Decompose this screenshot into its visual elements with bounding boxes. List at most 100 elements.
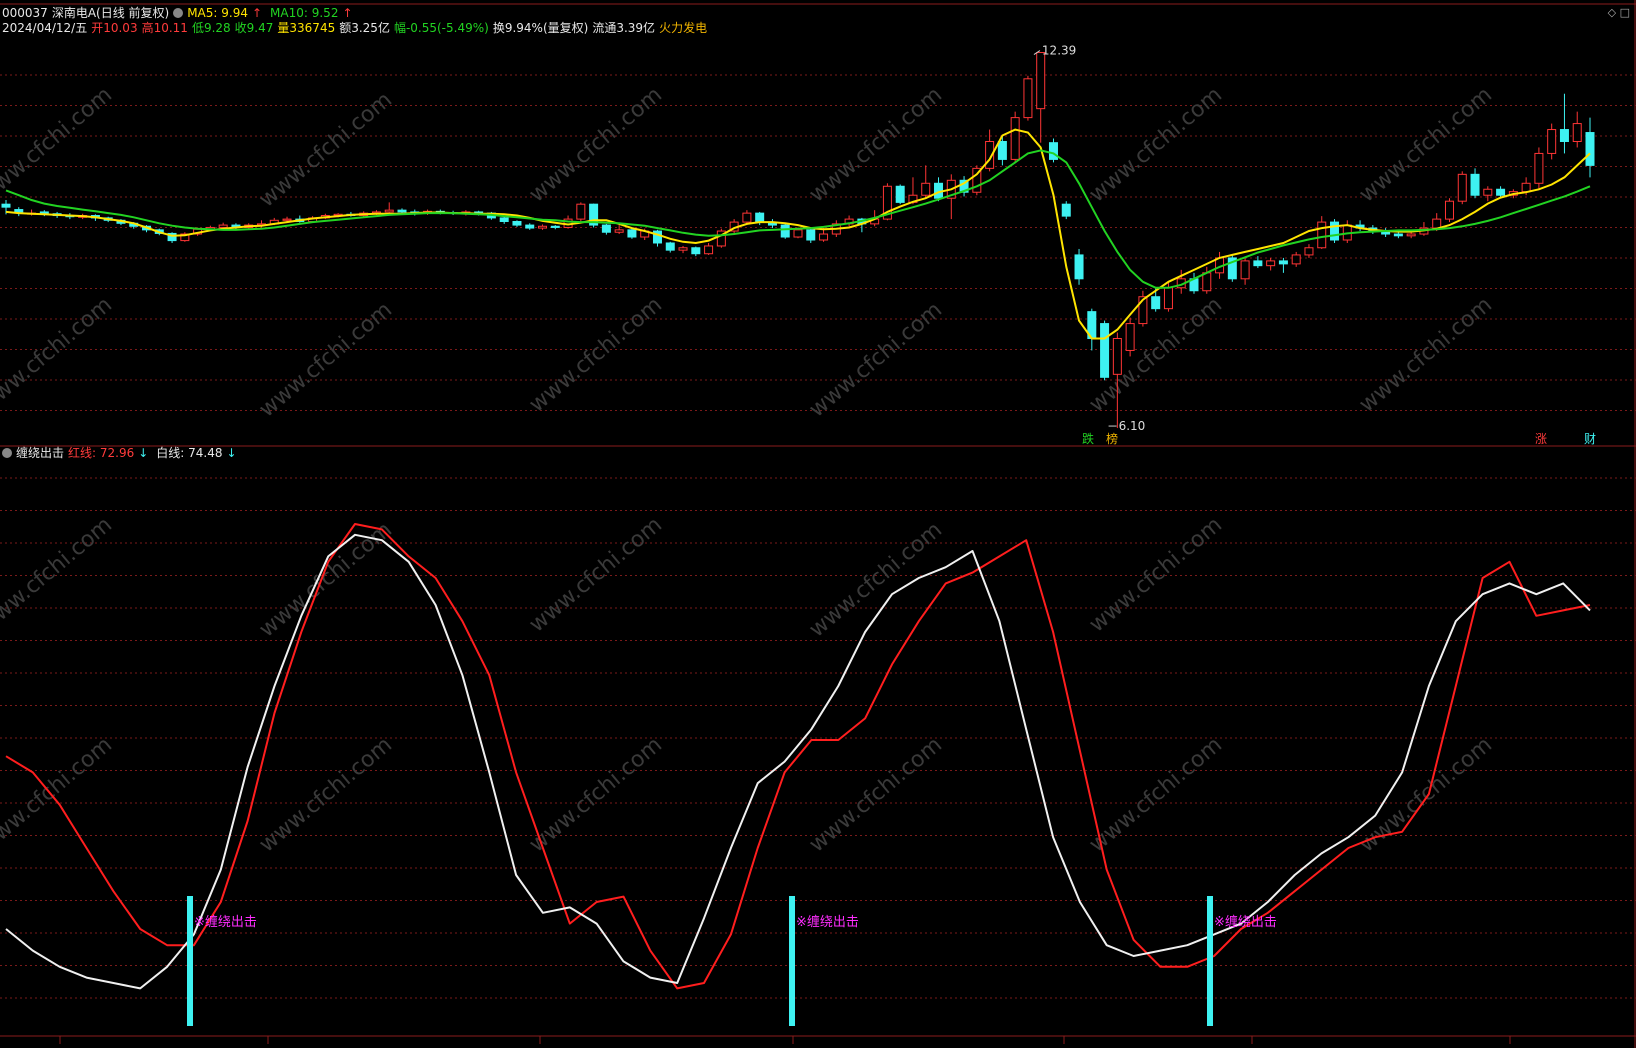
- tag-bang: 榜: [1106, 431, 1118, 446]
- candle-up: [678, 247, 688, 251]
- candle-up: [1163, 287, 1173, 310]
- candle-up: [819, 233, 829, 241]
- turnover-value: 换9.94%(量复权): [492, 21, 589, 35]
- candle-down: [550, 225, 560, 228]
- candle-down: [1330, 221, 1340, 241]
- tag-die: 跌: [1082, 431, 1094, 446]
- candle-down: [512, 220, 522, 226]
- candle-down: [1253, 260, 1263, 267]
- arrow-down-icon: ↓: [226, 446, 237, 460]
- candle-up: [1572, 123, 1582, 142]
- watermark-text: www.cfchi.com: [805, 517, 947, 642]
- arrow-up-icon: ↑: [342, 6, 353, 20]
- candle-up: [1534, 152, 1544, 184]
- stock-name[interactable]: 深南电A(日线 前复权): [52, 6, 169, 20]
- low-value: 低9.28: [191, 21, 231, 35]
- candle-up: [1304, 247, 1314, 256]
- watermark-text: www.cfchi.com: [0, 82, 117, 207]
- watermark-text: www.cfchi.com: [525, 82, 667, 207]
- watermark-text: www.cfchi.com: [805, 732, 947, 857]
- tag-zhang: 涨: [1535, 431, 1547, 446]
- high-value-label: 12.39: [1042, 44, 1076, 58]
- candle-up: [793, 229, 803, 238]
- candle-up: [282, 218, 292, 221]
- candle-down: [1048, 142, 1058, 160]
- watermark-layer: www.cfchi.com www.cfchi.com www.cfchi.com w…: [0, 82, 1497, 857]
- date-label: 2024/04/12/五: [2, 21, 88, 35]
- volume-value: 量336745: [277, 21, 336, 35]
- candle-down: [1470, 173, 1480, 196]
- watermark-text: www.cfchi.com: [255, 87, 397, 212]
- stock-code[interactable]: 000037: [2, 6, 48, 20]
- candle-down: [1100, 323, 1110, 378]
- watermark-text: www.cfchi.com: [0, 732, 117, 857]
- candle-up: [218, 224, 228, 228]
- signal-bar: [1207, 896, 1213, 1026]
- candle-up: [538, 225, 548, 229]
- amount-value: 额3.25亿: [339, 21, 390, 35]
- watermark-text: www.cfchi.com: [0, 512, 117, 637]
- candle-down: [601, 224, 611, 233]
- watermark-text: www.cfchi.com: [255, 517, 397, 642]
- candle-down: [1496, 188, 1506, 196]
- watermark-text: www.cfchi.com: [1085, 732, 1227, 857]
- candle-down: [1061, 203, 1071, 217]
- candle-down: [1, 203, 11, 208]
- candle-down: [691, 247, 701, 255]
- concept-tag[interactable]: 火力发电: [659, 21, 707, 35]
- candle-down: [755, 212, 765, 223]
- candle-up: [1432, 218, 1442, 229]
- candle-down: [1585, 132, 1595, 166]
- window-controls-icon[interactable]: ◇ □: [1608, 6, 1630, 19]
- price-header-line1: 000037 深南电A(日线 前复权) MA5: 9.94 ↑ MA10: 9.52 ↑: [2, 6, 361, 21]
- ma5-label: MA5: 9.94 ↑: [187, 6, 263, 20]
- indicator-toggle-icon[interactable]: [2, 448, 12, 458]
- watermark-text: www.cfchi.com: [1355, 732, 1497, 857]
- candle-up: [1483, 188, 1493, 196]
- candle-up: [1202, 272, 1212, 292]
- white-line-value: 白线: 74.48 ↓: [156, 446, 237, 460]
- indicator-name[interactable]: 缠绕出击: [16, 446, 64, 460]
- chart-canvas: www.cfchi.com www.cfchi.com www.cfchi.com w…: [0, 0, 1636, 1048]
- candle-up: [1125, 323, 1135, 351]
- close-value: 收9.47: [234, 21, 274, 35]
- candle-up: [1023, 78, 1033, 119]
- candle-up: [1291, 254, 1301, 265]
- candle-up: [1036, 52, 1046, 110]
- candle-up: [1266, 260, 1276, 267]
- candle-up: [1547, 129, 1557, 154]
- candle-up: [1521, 182, 1531, 193]
- tag-cai: 财: [1584, 432, 1596, 446]
- watermark-text: www.cfchi.com: [255, 297, 397, 422]
- watermark-text: www.cfchi.com: [525, 732, 667, 857]
- candle-up: [921, 182, 931, 196]
- candle-down: [997, 140, 1007, 160]
- candle-down: [1151, 296, 1161, 310]
- low-value-label: 6.10: [1119, 419, 1146, 433]
- change-value: 幅-0.55(-5.49%): [393, 21, 489, 35]
- candle-down: [806, 229, 816, 241]
- candle-up: [614, 229, 624, 233]
- indicator-header: 缠绕出击 红线: 72.96 ↓ 白线: 74.48 ↓: [2, 446, 245, 461]
- watermark-text: www.cfchi.com: [255, 732, 397, 857]
- float-cap-value: 流通3.39亿: [592, 21, 656, 35]
- candle-down: [627, 229, 637, 238]
- candle-down: [665, 242, 675, 251]
- signal-bar: [789, 896, 795, 1026]
- signal-label: ※缠绕出击: [796, 914, 859, 930]
- candle-down: [397, 209, 407, 213]
- red-line-value: 红线: 72.96 ↓: [68, 446, 149, 460]
- watermark-text: www.cfchi.com: [525, 292, 667, 417]
- candle-up: [1444, 200, 1454, 220]
- candle-up: [1457, 173, 1467, 202]
- ma10-label: MA10: 9.52 ↑: [270, 6, 353, 20]
- candle-down: [1559, 129, 1569, 142]
- settings-icon[interactable]: [173, 8, 184, 18]
- arrow-down-icon: ↓: [138, 446, 149, 460]
- candle-down: [1074, 254, 1084, 280]
- watermark-text: www.cfchi.com: [0, 292, 117, 417]
- signal-label: ※缠绕出击: [1214, 914, 1277, 930]
- candle-up: [1240, 260, 1250, 280]
- candle-up: [384, 209, 394, 213]
- candle-up: [576, 203, 586, 220]
